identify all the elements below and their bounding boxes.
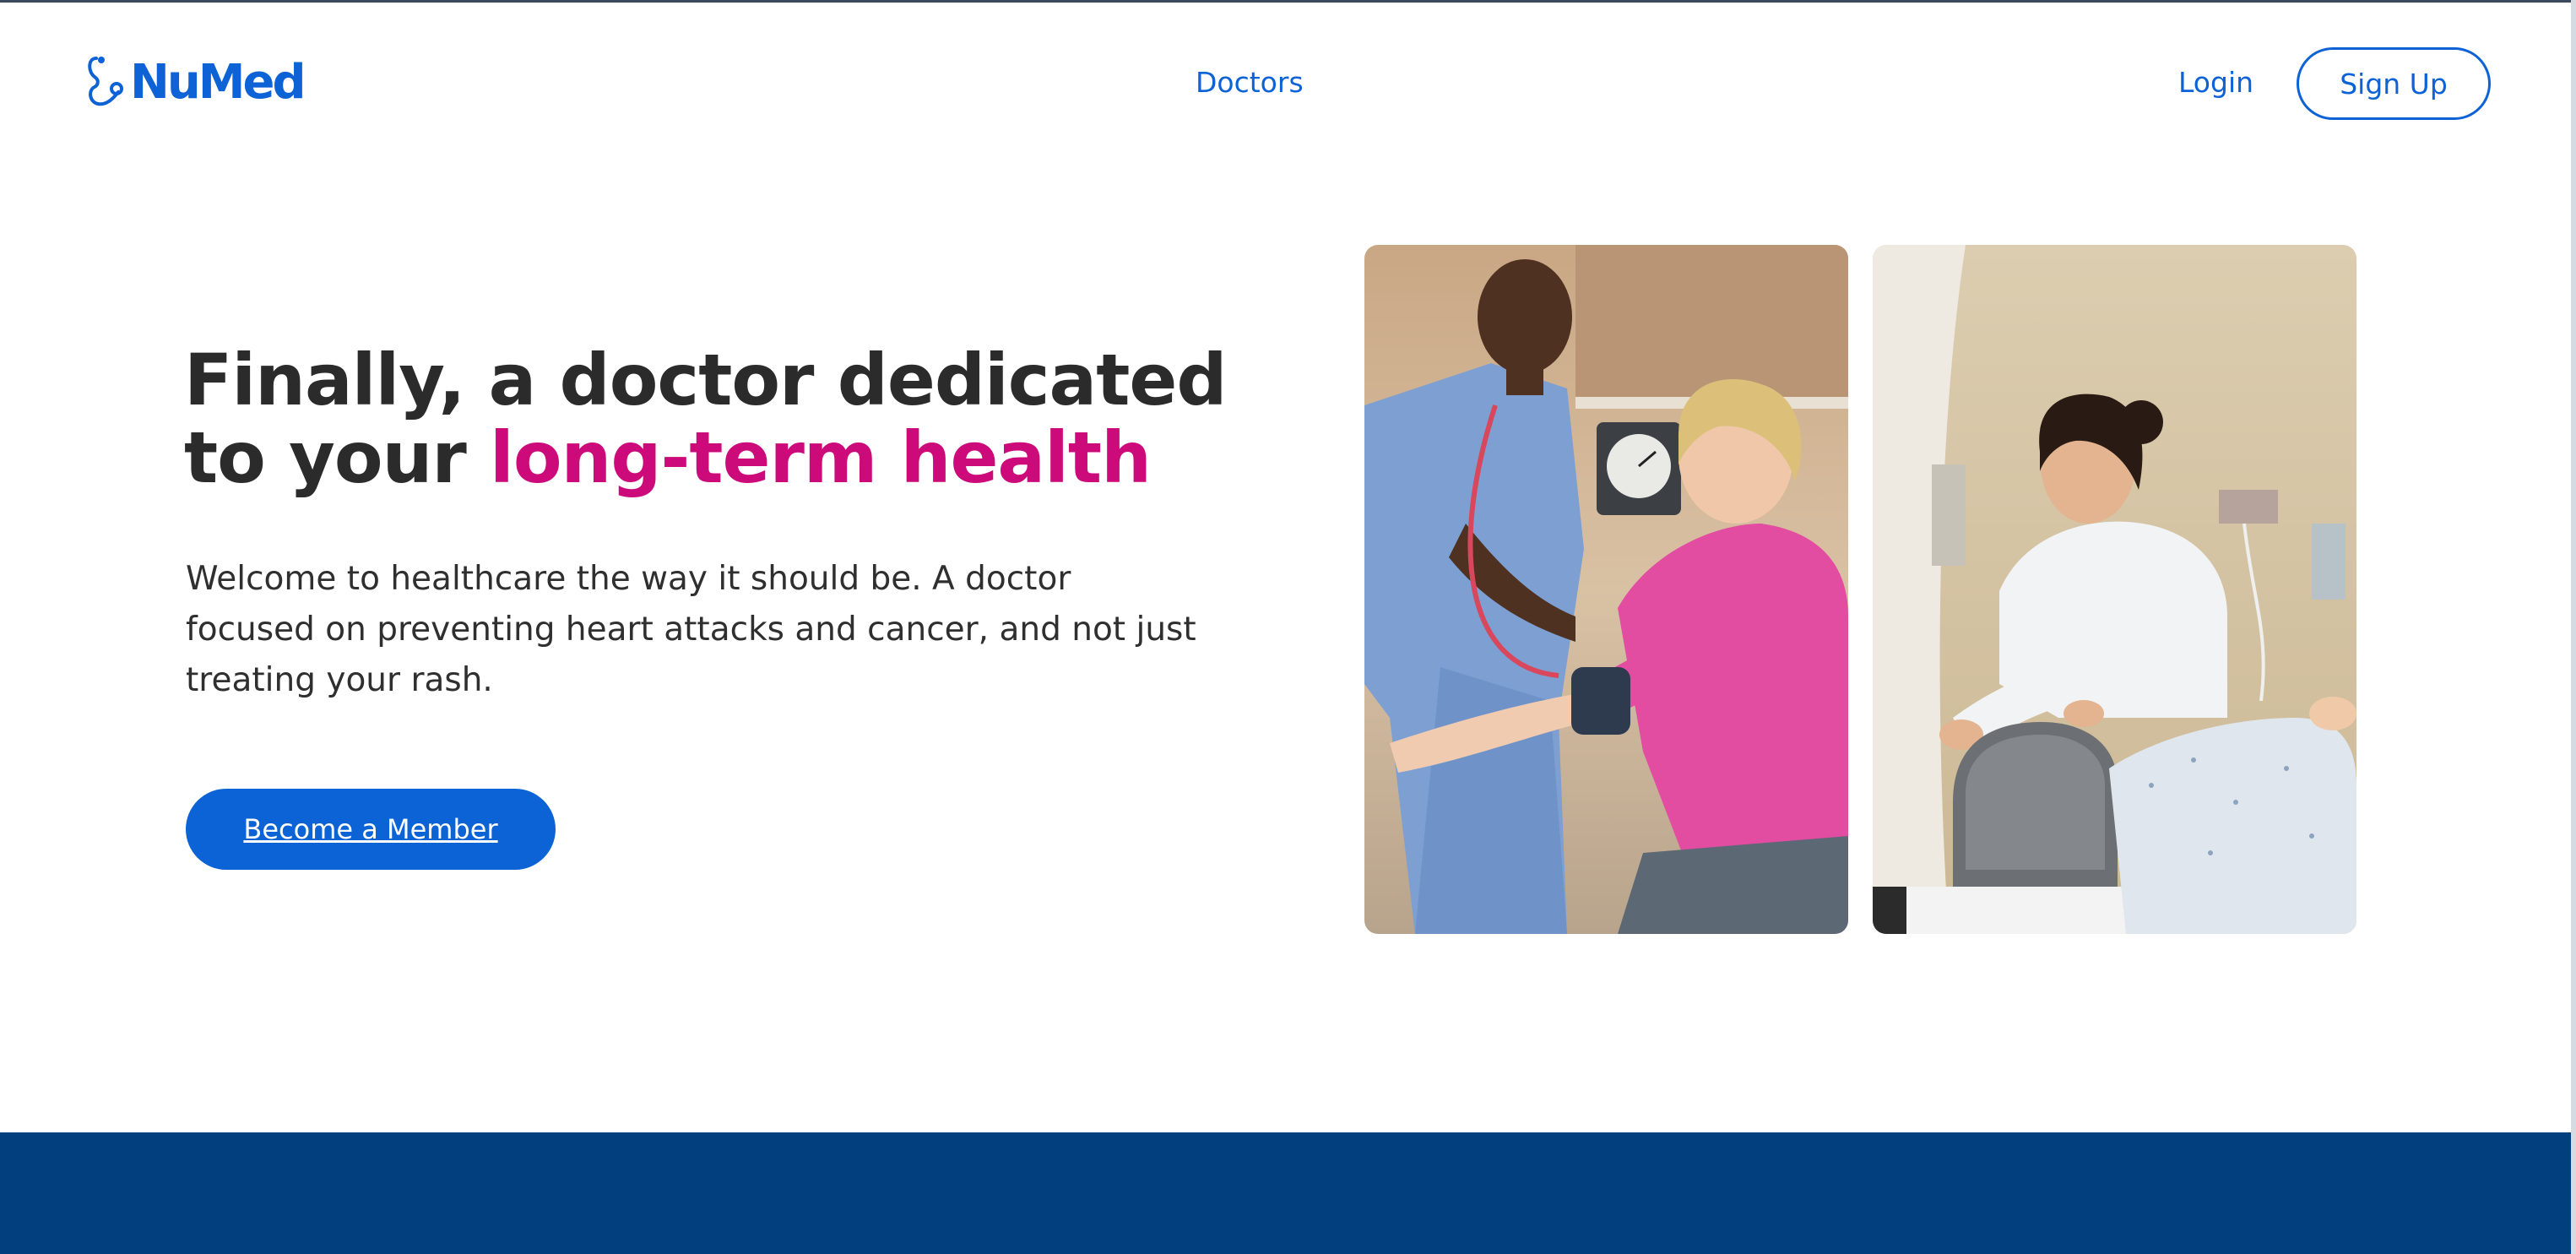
doctor-preparing-patient-mask-photo bbox=[1873, 245, 2356, 934]
doctor-checking-blood-pressure-photo bbox=[1364, 245, 1848, 934]
stethoscope-icon bbox=[88, 57, 123, 106]
window-top-border bbox=[0, 0, 2576, 3]
nav-doctors-link[interactable]: Doctors bbox=[1196, 66, 1304, 100]
hero-title-accent: long-term health bbox=[490, 416, 1152, 499]
hero-title-line2: to your bbox=[184, 416, 491, 499]
hero-subtitle: Welcome to healthcare the way it should … bbox=[186, 560, 1196, 699]
nav-login-link[interactable]: Login bbox=[2178, 66, 2253, 100]
hero-title: Finally, a doctor dedicated to your long… bbox=[184, 341, 1282, 497]
footer-band bbox=[0, 1132, 2571, 1254]
scrollbar-track[interactable] bbox=[2571, 0, 2576, 1254]
signup-button[interactable]: Sign Up bbox=[2297, 47, 2491, 120]
brand-name: NuMed bbox=[130, 55, 306, 110]
brand-logo[interactable]: NuMed bbox=[84, 54, 306, 111]
become-member-button[interactable]: Become a Member bbox=[186, 789, 556, 870]
hero-title-line1: Finally, a doctor dedicated bbox=[184, 339, 1227, 421]
